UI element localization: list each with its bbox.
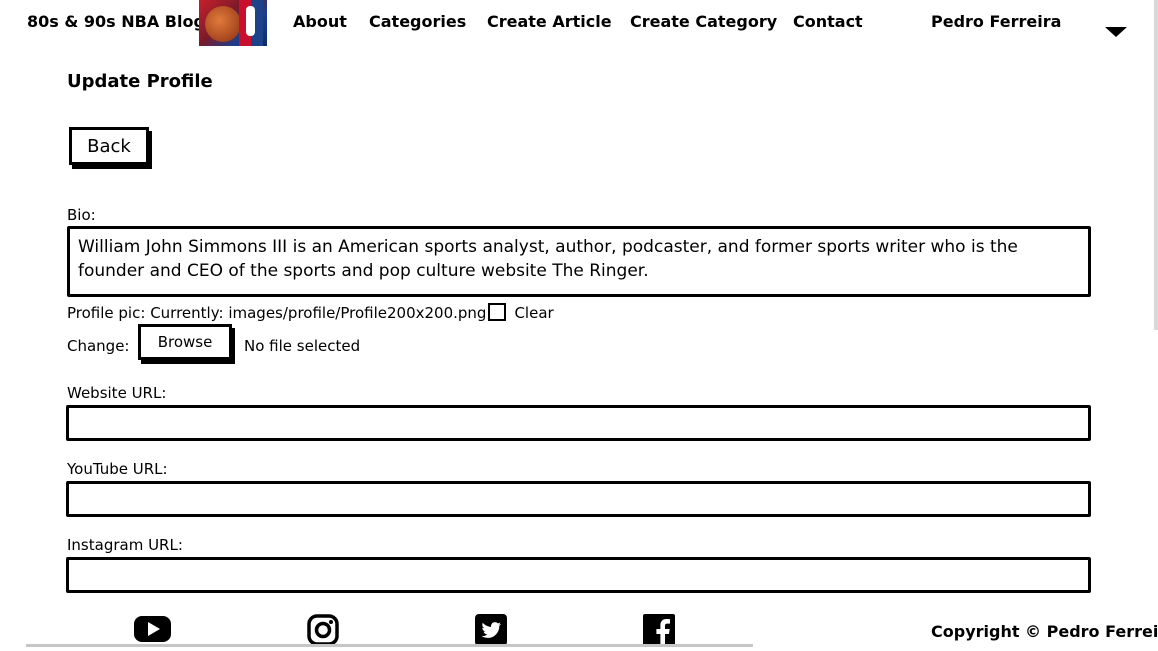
back-button[interactable]: Back xyxy=(69,127,149,165)
brand-link[interactable]: 80s & 90s NBA Blog xyxy=(27,12,205,31)
website-label: Website URL: xyxy=(67,384,167,402)
change-label: Change: xyxy=(67,337,130,355)
youtube-label: YouTube URL: xyxy=(67,460,168,478)
nav-contact[interactable]: Contact xyxy=(793,12,863,31)
navbar: 80s & 90s NBA Blog About Categories Crea… xyxy=(0,0,1158,50)
bio-label: Bio: xyxy=(67,206,96,224)
browse-button[interactable]: Browse xyxy=(138,324,232,360)
vertical-scrollbar[interactable] xyxy=(1154,0,1158,330)
no-file-text: No file selected xyxy=(244,337,361,355)
instagram-label: Instagram URL: xyxy=(67,536,183,554)
profile-pic-row: Profile pic: Currently: images/profile/P… xyxy=(67,303,554,322)
instagram-input[interactable] xyxy=(66,557,1091,593)
user-menu-name[interactable]: Pedro Ferreira xyxy=(931,12,1061,31)
nav-create-article[interactable]: Create Article xyxy=(487,12,612,31)
youtube-input[interactable] xyxy=(66,481,1091,517)
page-title: Update Profile xyxy=(67,71,213,92)
nav-about[interactable]: About xyxy=(293,12,347,31)
copyright-text: Copyright © Pedro Ferreira xyxy=(931,622,1158,641)
bio-textarea[interactable]: William John Simmons III is an American … xyxy=(67,226,1091,297)
youtube-icon[interactable] xyxy=(134,614,171,646)
nav-create-category[interactable]: Create Category xyxy=(630,12,777,31)
website-input[interactable] xyxy=(66,405,1091,441)
currently-label: Currently: xyxy=(150,304,224,322)
nav-categories[interactable]: Categories xyxy=(369,12,466,31)
profile-pic-label: Profile pic: xyxy=(67,304,146,322)
caret-down-icon[interactable] xyxy=(1105,27,1127,37)
clear-checkbox[interactable] xyxy=(488,303,507,321)
current-file-link[interactable]: images/profile/Profile200x200.png xyxy=(228,304,486,322)
clear-label: Clear xyxy=(514,304,554,322)
nba-logo-icon[interactable] xyxy=(199,0,267,46)
